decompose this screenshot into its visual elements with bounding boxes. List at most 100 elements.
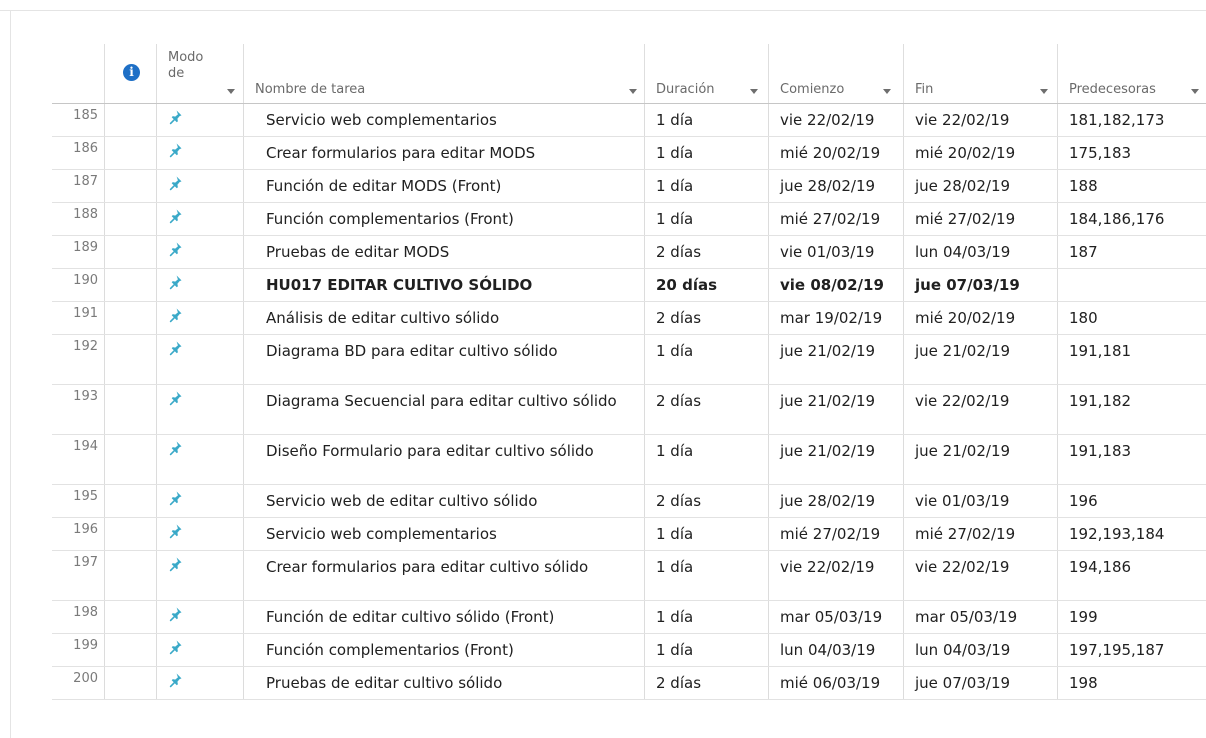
predecessors-cell[interactable]: 191,182: [1057, 385, 1206, 434]
chevron-down-icon[interactable]: [883, 89, 891, 94]
start-cell[interactable]: mié 06/03/19: [768, 667, 903, 699]
duration-cell[interactable]: 1 día: [644, 518, 768, 550]
start-cell[interactable]: mar 19/02/19: [768, 302, 903, 334]
predecessors-cell[interactable]: 196: [1057, 485, 1206, 517]
task-name-cell[interactable]: Crear formularios para editar MODS: [243, 137, 644, 169]
row-id[interactable]: 190: [52, 269, 104, 301]
start-cell[interactable]: vie 22/02/19: [768, 551, 903, 600]
row-id[interactable]: 186: [52, 137, 104, 169]
start-cell[interactable]: jue 21/02/19: [768, 335, 903, 384]
row-id[interactable]: 200: [52, 667, 104, 699]
header-indicators[interactable]: i: [104, 44, 156, 103]
finish-cell[interactable]: jue 07/03/19: [903, 269, 1057, 301]
task-name-cell[interactable]: Servicio web complementarios: [243, 518, 644, 550]
chevron-down-icon[interactable]: [750, 89, 758, 94]
header-task-name[interactable]: Nombre de tarea: [243, 44, 644, 103]
start-cell[interactable]: vie 22/02/19: [768, 104, 903, 136]
predecessors-cell[interactable]: 192,193,184: [1057, 518, 1206, 550]
task-mode-cell[interactable]: [156, 601, 243, 633]
task-name-cell[interactable]: Diseño Formulario para editar cultivo só…: [243, 435, 644, 484]
chevron-down-icon[interactable]: [1191, 89, 1199, 94]
finish-cell[interactable]: mié 20/02/19: [903, 302, 1057, 334]
task-name-cell[interactable]: Servicio web complementarios: [243, 104, 644, 136]
row-id[interactable]: 185: [52, 104, 104, 136]
duration-cell[interactable]: 2 días: [644, 236, 768, 268]
header-task-mode[interactable]: Modo de: [156, 44, 243, 103]
header-predecessors[interactable]: Predecesoras: [1057, 44, 1206, 103]
task-mode-cell[interactable]: [156, 302, 243, 334]
duration-cell[interactable]: 1 día: [644, 137, 768, 169]
start-cell[interactable]: jue 28/02/19: [768, 170, 903, 202]
table-row[interactable]: 200 Pruebas de editar cultivo sólido 2 d…: [52, 667, 1206, 700]
table-row[interactable]: 190 HU017 EDITAR CULTIVO SÓLIDO 20 días …: [52, 269, 1206, 302]
table-row[interactable]: 185 Servicio web complementarios 1 día v…: [52, 104, 1206, 137]
task-mode-cell[interactable]: [156, 485, 243, 517]
chevron-down-icon[interactable]: [227, 89, 235, 94]
finish-cell[interactable]: vie 22/02/19: [903, 104, 1057, 136]
table-row[interactable]: 198 Función de editar cultivo sólido (Fr…: [52, 601, 1206, 634]
finish-cell[interactable]: jue 07/03/19: [903, 667, 1057, 699]
task-name-cell[interactable]: HU017 EDITAR CULTIVO SÓLIDO: [243, 269, 644, 301]
row-id[interactable]: 196: [52, 518, 104, 550]
task-mode-cell[interactable]: [156, 335, 243, 384]
duration-cell[interactable]: 1 día: [644, 634, 768, 666]
start-cell[interactable]: mié 20/02/19: [768, 137, 903, 169]
chevron-down-icon[interactable]: [629, 89, 637, 94]
table-row[interactable]: 189 Pruebas de editar MODS 2 días vie 01…: [52, 236, 1206, 269]
duration-cell[interactable]: 2 días: [644, 667, 768, 699]
duration-cell[interactable]: 1 día: [644, 104, 768, 136]
task-name-cell[interactable]: Función de editar MODS (Front): [243, 170, 644, 202]
finish-cell[interactable]: lun 04/03/19: [903, 634, 1057, 666]
predecessors-cell[interactable]: 194,186: [1057, 551, 1206, 600]
finish-cell[interactable]: jue 21/02/19: [903, 435, 1057, 484]
duration-cell[interactable]: 1 día: [644, 203, 768, 235]
predecessors-cell[interactable]: 188: [1057, 170, 1206, 202]
start-cell[interactable]: jue 28/02/19: [768, 485, 903, 517]
predecessors-cell[interactable]: 191,183: [1057, 435, 1206, 484]
finish-cell[interactable]: vie 22/02/19: [903, 551, 1057, 600]
duration-cell[interactable]: 2 días: [644, 485, 768, 517]
duration-cell[interactable]: 20 días: [644, 269, 768, 301]
duration-cell[interactable]: 1 día: [644, 551, 768, 600]
duration-cell[interactable]: 1 día: [644, 601, 768, 633]
row-id[interactable]: 194: [52, 435, 104, 484]
task-mode-cell[interactable]: [156, 551, 243, 600]
table-row[interactable]: 192 Diagrama BD para editar cultivo sóli…: [52, 335, 1206, 385]
table-row[interactable]: 197 Crear formularios para editar cultiv…: [52, 551, 1206, 601]
finish-cell[interactable]: vie 01/03/19: [903, 485, 1057, 517]
predecessors-cell[interactable]: 191,181: [1057, 335, 1206, 384]
header-duration[interactable]: Duración: [644, 44, 768, 103]
duration-cell[interactable]: 2 días: [644, 302, 768, 334]
task-mode-cell[interactable]: [156, 385, 243, 434]
table-row[interactable]: 191 Análisis de editar cultivo sólido 2 …: [52, 302, 1206, 335]
row-id[interactable]: 199: [52, 634, 104, 666]
start-cell[interactable]: mar 05/03/19: [768, 601, 903, 633]
table-row[interactable]: 194 Diseño Formulario para editar cultiv…: [52, 435, 1206, 485]
header-row-id[interactable]: [52, 44, 104, 103]
finish-cell[interactable]: vie 22/02/19: [903, 385, 1057, 434]
duration-cell[interactable]: 1 día: [644, 170, 768, 202]
task-mode-cell[interactable]: [156, 634, 243, 666]
start-cell[interactable]: mié 27/02/19: [768, 518, 903, 550]
predecessors-cell[interactable]: 175,183: [1057, 137, 1206, 169]
predecessors-cell[interactable]: 180: [1057, 302, 1206, 334]
task-mode-cell[interactable]: [156, 236, 243, 268]
task-mode-cell[interactable]: [156, 435, 243, 484]
duration-cell[interactable]: 1 día: [644, 435, 768, 484]
task-mode-cell[interactable]: [156, 518, 243, 550]
table-row[interactable]: 188 Función complementarios (Front) 1 dí…: [52, 203, 1206, 236]
table-row[interactable]: 195 Servicio web de editar cultivo sólid…: [52, 485, 1206, 518]
task-name-cell[interactable]: Crear formularios para editar cultivo só…: [243, 551, 644, 600]
start-cell[interactable]: vie 01/03/19: [768, 236, 903, 268]
predecessors-cell[interactable]: 181,182,173: [1057, 104, 1206, 136]
task-mode-cell[interactable]: [156, 170, 243, 202]
start-cell[interactable]: lun 04/03/19: [768, 634, 903, 666]
task-mode-cell[interactable]: [156, 667, 243, 699]
predecessors-cell[interactable]: 184,186,176: [1057, 203, 1206, 235]
task-name-cell[interactable]: Análisis de editar cultivo sólido: [243, 302, 644, 334]
row-id[interactable]: 192: [52, 335, 104, 384]
table-row[interactable]: 199 Función complementarios (Front) 1 dí…: [52, 634, 1206, 667]
predecessors-cell[interactable]: 187: [1057, 236, 1206, 268]
finish-cell[interactable]: jue 21/02/19: [903, 335, 1057, 384]
start-cell[interactable]: jue 21/02/19: [768, 385, 903, 434]
